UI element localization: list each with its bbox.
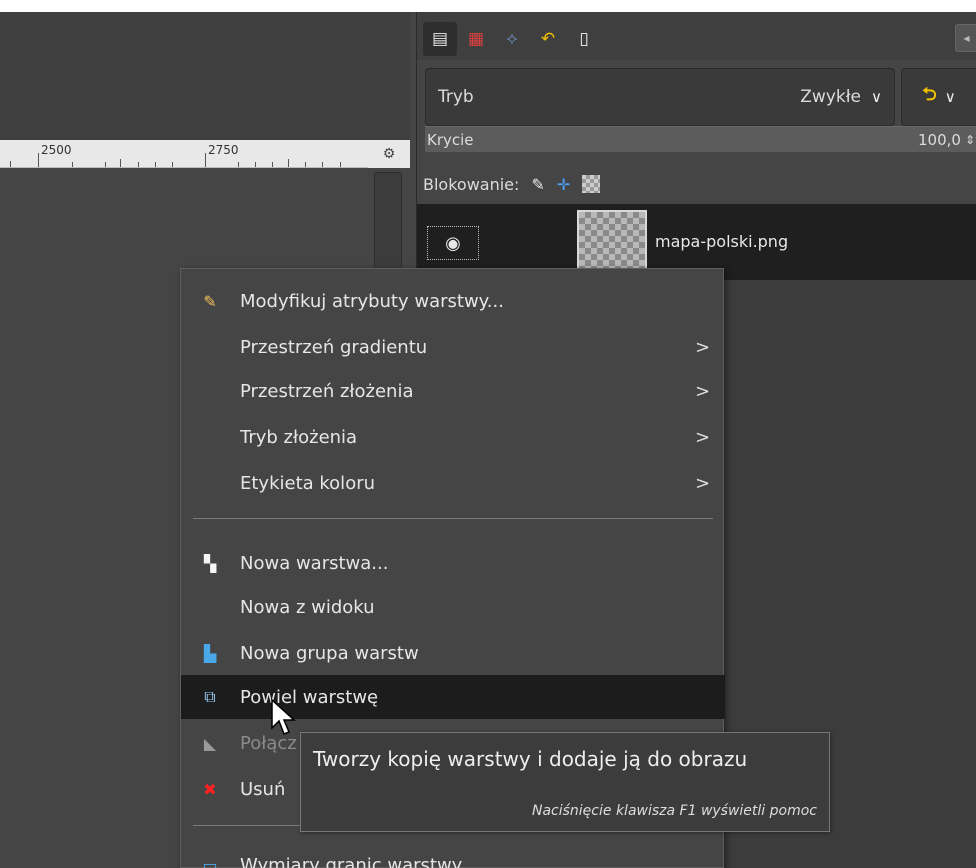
duplicate-layer-icon: ⧉ — [204, 687, 216, 706]
lock-position-icon[interactable]: ✛ — [557, 175, 570, 194]
menu-item-label: Nowa grupa warstw — [240, 642, 419, 664]
menu-item-gradient-space[interactable]: Przestrzeń gradientu > — [181, 325, 725, 369]
new-group-icon: ▙ — [203, 643, 217, 663]
lock-alpha-icon[interactable] — [582, 175, 601, 193]
dock-menu-button[interactable]: ◂ — [955, 24, 976, 52]
dock-tab-bar: ▤ ▦ ⟡ ↶ ▯ ◂ — [417, 12, 976, 60]
menu-item-edit-attributes[interactable]: ✎ Modyfikuj atrybuty warstwy... — [181, 279, 725, 323]
opacity-label: Krycie — [427, 130, 474, 149]
menu-item-label: Modyfikuj atrybuty warstwy... — [240, 290, 504, 312]
tooltip-help-hint: Naciśnięcie klawisza F1 wyświetli pomoc — [531, 803, 817, 819]
ruler-label-2750: 2750 — [208, 143, 239, 157]
channels-icon[interactable]: ▦ — [459, 22, 493, 56]
mouse-cursor-icon — [271, 698, 296, 735]
chevron-right-icon: > — [695, 380, 711, 402]
chevron-down-icon: ∨ — [871, 88, 882, 106]
menu-item-label: Nowa z widoku — [240, 596, 375, 618]
merge-down-icon: ◣ — [203, 733, 217, 753]
horizontal-ruler[interactable]: 2500 2750 — [0, 140, 368, 168]
new-layer-icon: ▚ — [203, 553, 217, 573]
delete-icon: ✖ — [203, 779, 217, 799]
layers-icon[interactable]: ▤ — [423, 22, 457, 56]
visibility-eye-icon[interactable]: ◉ — [427, 226, 479, 260]
menu-item-new-from-visible[interactable]: Nowa z widoku — [181, 585, 725, 629]
edit-attributes-icon: ✎ — [203, 291, 217, 311]
chevron-right-icon: > — [695, 336, 711, 358]
ruler-label-2500: 2500 — [41, 143, 72, 157]
layer-thumbnail — [577, 210, 647, 274]
mode-dropdown[interactable]: Tryb Zwykłe ∨ — [425, 68, 895, 126]
tooltip: Tworzy kopię warstwy i dodaje ją do obra… — [300, 732, 830, 832]
chevron-right-icon: > — [695, 426, 711, 448]
menu-separator — [193, 518, 713, 519]
gimp-window: 2500 2750 ⚙ ▤ ▦ ⟡ ↶ ▯ ◂ Tryb Zwykłe ∨ ⮌ … — [0, 0, 976, 868]
zoom-icon[interactable]: ⚙ — [368, 140, 410, 168]
lock-label: Blokowanie: — [423, 174, 520, 194]
composite-mode-button[interactable]: ⮌ ∨ — [901, 68, 976, 126]
menu-item-label: Etykieta koloru — [240, 472, 376, 494]
menu-item-new-group[interactable]: ▙ Nowa grupa warstw — [181, 631, 725, 675]
mode-value: Zwykłe — [800, 87, 862, 107]
chevron-down-icon: ∨ — [944, 88, 956, 106]
spin-arrows-icon[interactable]: ⇕ — [965, 133, 975, 147]
menu-item-layer-boundary[interactable]: ▭ Wymiary granic warstwy — [181, 843, 725, 868]
mode-label: Tryb — [438, 87, 474, 107]
undo-history-icon[interactable]: ↶ — [531, 22, 565, 56]
top-edge — [0, 0, 976, 12]
menu-item-new-layer[interactable]: ▚ Nowa warstwa... — [181, 541, 725, 585]
layer-boundary-icon: ▭ — [202, 855, 218, 868]
menu-item-color-tag[interactable]: Etykieta koloru > — [181, 461, 725, 505]
composite-icon: ⮌ — [922, 84, 937, 105]
menu-item-label: Tryb złożenia — [240, 426, 358, 448]
opacity-slider[interactable]: Krycie 100,0 ⇕ — [425, 126, 976, 152]
lock-pixels-icon[interactable]: ✎ — [531, 175, 544, 194]
menu-item-label: Wymiary granic warstwy — [240, 854, 463, 868]
menu-item-duplicate-layer[interactable]: ⧉ Powiel warstwę — [181, 675, 725, 719]
chevron-right-icon: > — [695, 472, 711, 494]
opacity-value: 100,0 — [917, 130, 961, 149]
menu-item-composite-mode[interactable]: Tryb złożenia > — [181, 415, 725, 459]
tooltip-text: Tworzy kopię warstwy i dodaje ją do obra… — [313, 747, 748, 771]
menu-item-label: Nowa warstwa... — [240, 552, 389, 574]
menu-item-label: Przestrzeń złożenia — [240, 380, 414, 402]
menu-item-label: Powiel warstwę — [240, 686, 379, 708]
menu-item-label: Usuń — [240, 778, 286, 800]
paths-icon[interactable]: ⟡ — [495, 22, 529, 56]
document-icon[interactable]: ▯ — [567, 22, 601, 56]
menu-item-label: Przestrzeń gradientu — [240, 336, 428, 358]
layer-name: mapa-polski.png — [655, 232, 789, 251]
menu-item-composite-space[interactable]: Przestrzeń złożenia > — [181, 369, 725, 413]
lock-row: Blokowanie: ✎ ✛ — [423, 170, 823, 198]
canvas-header — [0, 12, 410, 140]
